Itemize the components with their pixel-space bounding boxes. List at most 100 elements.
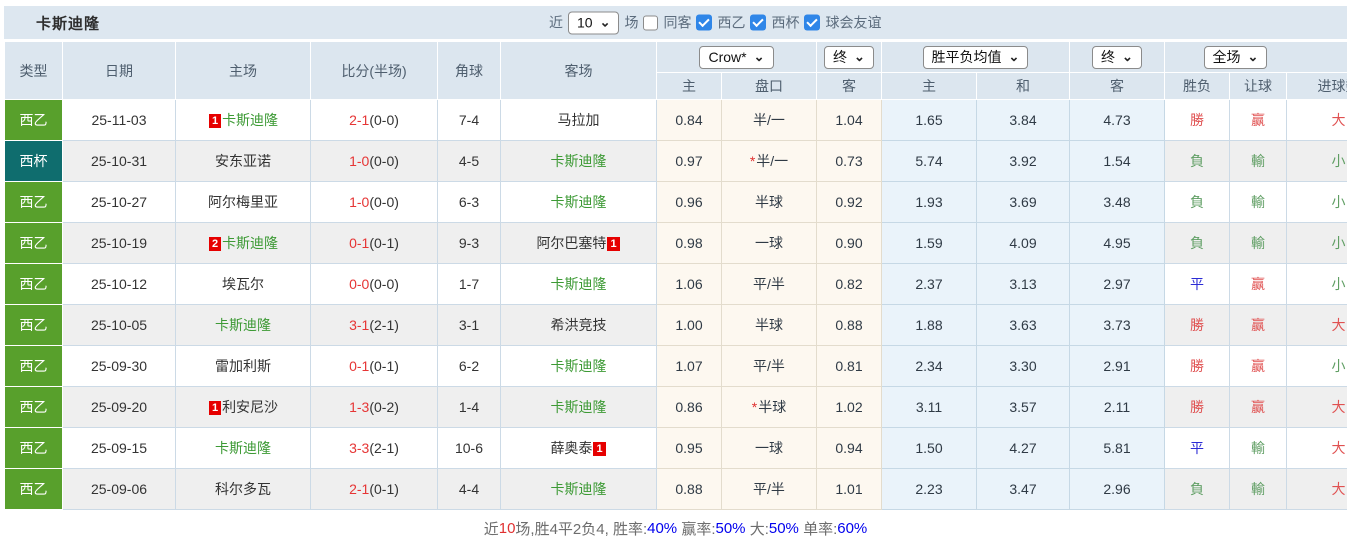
odds-time-select-1[interactable]: 终 ⌄ [824, 45, 874, 69]
team-name-link[interactable]: 卡斯迪隆 [222, 235, 278, 251]
result-goals-cell: 小 [1285, 140, 1347, 182]
team-name-link[interactable]: 希洪竞技 [551, 317, 607, 333]
changed-handicap-star: * [751, 399, 758, 415]
sub-header-avg-away: 客 [1069, 72, 1165, 100]
odds-time-select-2[interactable]: 终 ⌄ [1092, 45, 1142, 69]
avg-away-odds: 2.11 [1069, 386, 1165, 428]
league-filter-label-copa: 西杯 [771, 14, 800, 31]
result-outcome-cell: 勝 [1164, 345, 1230, 387]
changed-handicap-star: * [749, 153, 756, 169]
team-name-link[interactable]: 马拉加 [558, 112, 600, 128]
team-name-link[interactable]: 卡斯迪隆 [551, 153, 607, 169]
score-cell: 0-1(0-1) [310, 345, 438, 387]
team-name-link[interactable]: 薛奥泰 [550, 440, 592, 456]
avg-draw-odds: 4.27 [976, 427, 1070, 469]
sub-header-asian-home: 主 [656, 72, 722, 100]
odds-time-header-2: 终 ⌄ [1069, 41, 1165, 73]
rank-badge: 1 [593, 442, 606, 456]
asian-handicap: 半球 [721, 181, 817, 223]
avg-odds-select[interactable]: 胜平负均值 ⌄ [922, 45, 1029, 69]
team-name-link[interactable]: 卡斯迪隆 [215, 440, 271, 456]
title-bar: 卡斯迪隆 近 10 ⌄ 场 同客 西乙 西杯 球会友谊 [4, 6, 1347, 39]
league-type-badge: 西乙 [4, 181, 63, 223]
score-cell: 1-0(0-0) [310, 181, 438, 223]
asian-home-odds: 1.07 [656, 345, 722, 387]
match-date: 25-10-27 [62, 181, 176, 223]
odds-company-select[interactable]: Crow* ⌄ [699, 45, 774, 69]
result-handicap-cell: 赢 [1229, 263, 1287, 305]
match-date: 25-09-20 [62, 386, 176, 428]
rank-badge: 2 [208, 237, 222, 251]
asian-handicap: 一球 [721, 222, 817, 264]
home-team-cell: 埃瓦尔 [175, 263, 311, 305]
chevron-down-icon: ⌄ [753, 49, 765, 64]
score-cell: 1-3(0-2) [310, 386, 438, 428]
avg-away-odds: 3.73 [1069, 304, 1165, 346]
team-name-link[interactable]: 科尔多瓦 [215, 481, 271, 497]
team-name-link[interactable]: 安东亚诺 [215, 153, 271, 169]
avg-away-odds: 1.54 [1069, 140, 1165, 182]
team-name-link[interactable]: 卡斯迪隆 [551, 358, 607, 374]
halftime-score: (0-1) [369, 358, 399, 374]
period-select[interactable]: 全场 ⌄ [1203, 45, 1268, 69]
team-name-link[interactable]: 埃瓦尔 [222, 276, 264, 292]
corner-cell: 6-3 [437, 181, 501, 223]
asian-handicap: 半/一 [721, 99, 817, 141]
league-type-badge: 西乙 [4, 263, 63, 305]
team-name-link[interactable]: 卡斯迪隆 [222, 112, 278, 128]
same-opponent-checkbox[interactable] [643, 15, 659, 30]
sub-header-handicap: 盘口 [721, 72, 817, 100]
halftime-score: (0-0) [369, 194, 399, 210]
away-team-cell: 卡斯迪隆 [500, 386, 657, 428]
avg-away-odds: 5.81 [1069, 427, 1165, 469]
team-name-link[interactable]: 阿尔巴塞特 [536, 235, 606, 251]
result-outcome-cell: 負 [1164, 181, 1230, 223]
odds-company-header: Crow* ⌄ [656, 41, 817, 73]
result-goals-cell: 小 [1285, 345, 1347, 387]
asian-away-odds: 1.02 [816, 386, 882, 428]
asian-away-odds: 0.94 [816, 427, 882, 469]
corner-cell: 10-6 [437, 427, 501, 469]
odds-time-header-1: 终 ⌄ [816, 41, 882, 73]
team-name-link[interactable]: 卡斯迪隆 [551, 399, 607, 415]
home-team-cell: 2 卡斯迪隆 [175, 222, 311, 264]
team-name-link[interactable]: 卡斯迪隆 [551, 276, 607, 292]
corner-cell: 4-4 [437, 468, 501, 510]
summary-segment: 50% [768, 519, 799, 537]
avg-draw-odds: 4.09 [976, 222, 1070, 264]
asian-away-odds: 1.04 [816, 99, 882, 141]
summary-segment: 60% [837, 519, 868, 537]
avg-home-odds: 1.88 [881, 304, 977, 346]
team-name-link[interactable]: 卡斯迪隆 [551, 194, 607, 210]
avg-home-odds: 1.93 [881, 181, 977, 223]
recent-count-select[interactable]: 10 ⌄ [568, 11, 620, 34]
league-filter-checkbox-copa[interactable] [750, 14, 767, 31]
halftime-score: (0-2) [369, 399, 399, 415]
result-goals-cell: 大 [1285, 427, 1347, 469]
result-outcome-cell: 勝 [1164, 386, 1230, 428]
league-filter-checkbox-friendly[interactable] [804, 14, 821, 31]
result-outcome-cell: 平 [1164, 263, 1230, 305]
team-name-link[interactable]: 卡斯迪隆 [215, 317, 271, 333]
team-name-link[interactable]: 雷加利斯 [215, 358, 271, 374]
asian-away-odds: 0.81 [816, 345, 882, 387]
team-name-link[interactable]: 利安尼沙 [222, 399, 278, 415]
summary-segment: 50% [715, 519, 746, 537]
score-cell: 0-0(0-0) [310, 263, 438, 305]
match-row: 西乙 25-10-19 2 卡斯迪隆 0-1(0-1) 9-3 阿尔巴塞特 1 0.98 一球 0.… [4, 222, 1347, 264]
avg-away-odds: 2.96 [1069, 468, 1165, 510]
fulltime-score: 0-1 [349, 235, 370, 251]
team-name-link[interactable]: 卡斯迪隆 [551, 481, 607, 497]
summary-segment: 单率: [798, 520, 838, 538]
league-filter-checkbox-laliga2[interactable] [696, 14, 713, 31]
asian-home-odds: 0.96 [656, 181, 722, 223]
col-header-away: 客场 [500, 41, 657, 100]
result-handicap-cell: 輸 [1229, 181, 1287, 223]
league-type-badge: 西乙 [4, 427, 63, 469]
avg-home-odds: 1.65 [881, 99, 977, 141]
avg-draw-odds: 3.57 [976, 386, 1070, 428]
team-name-link[interactable]: 阿尔梅里亚 [208, 194, 278, 210]
corner-cell: 3-1 [437, 304, 501, 346]
asian-handicap: 平/半 [721, 468, 817, 510]
match-row: 西乙 25-09-20 1 利安尼沙 1-3(0-2) 1-4 卡斯迪隆 0.86 *半球 1.0… [4, 386, 1347, 428]
